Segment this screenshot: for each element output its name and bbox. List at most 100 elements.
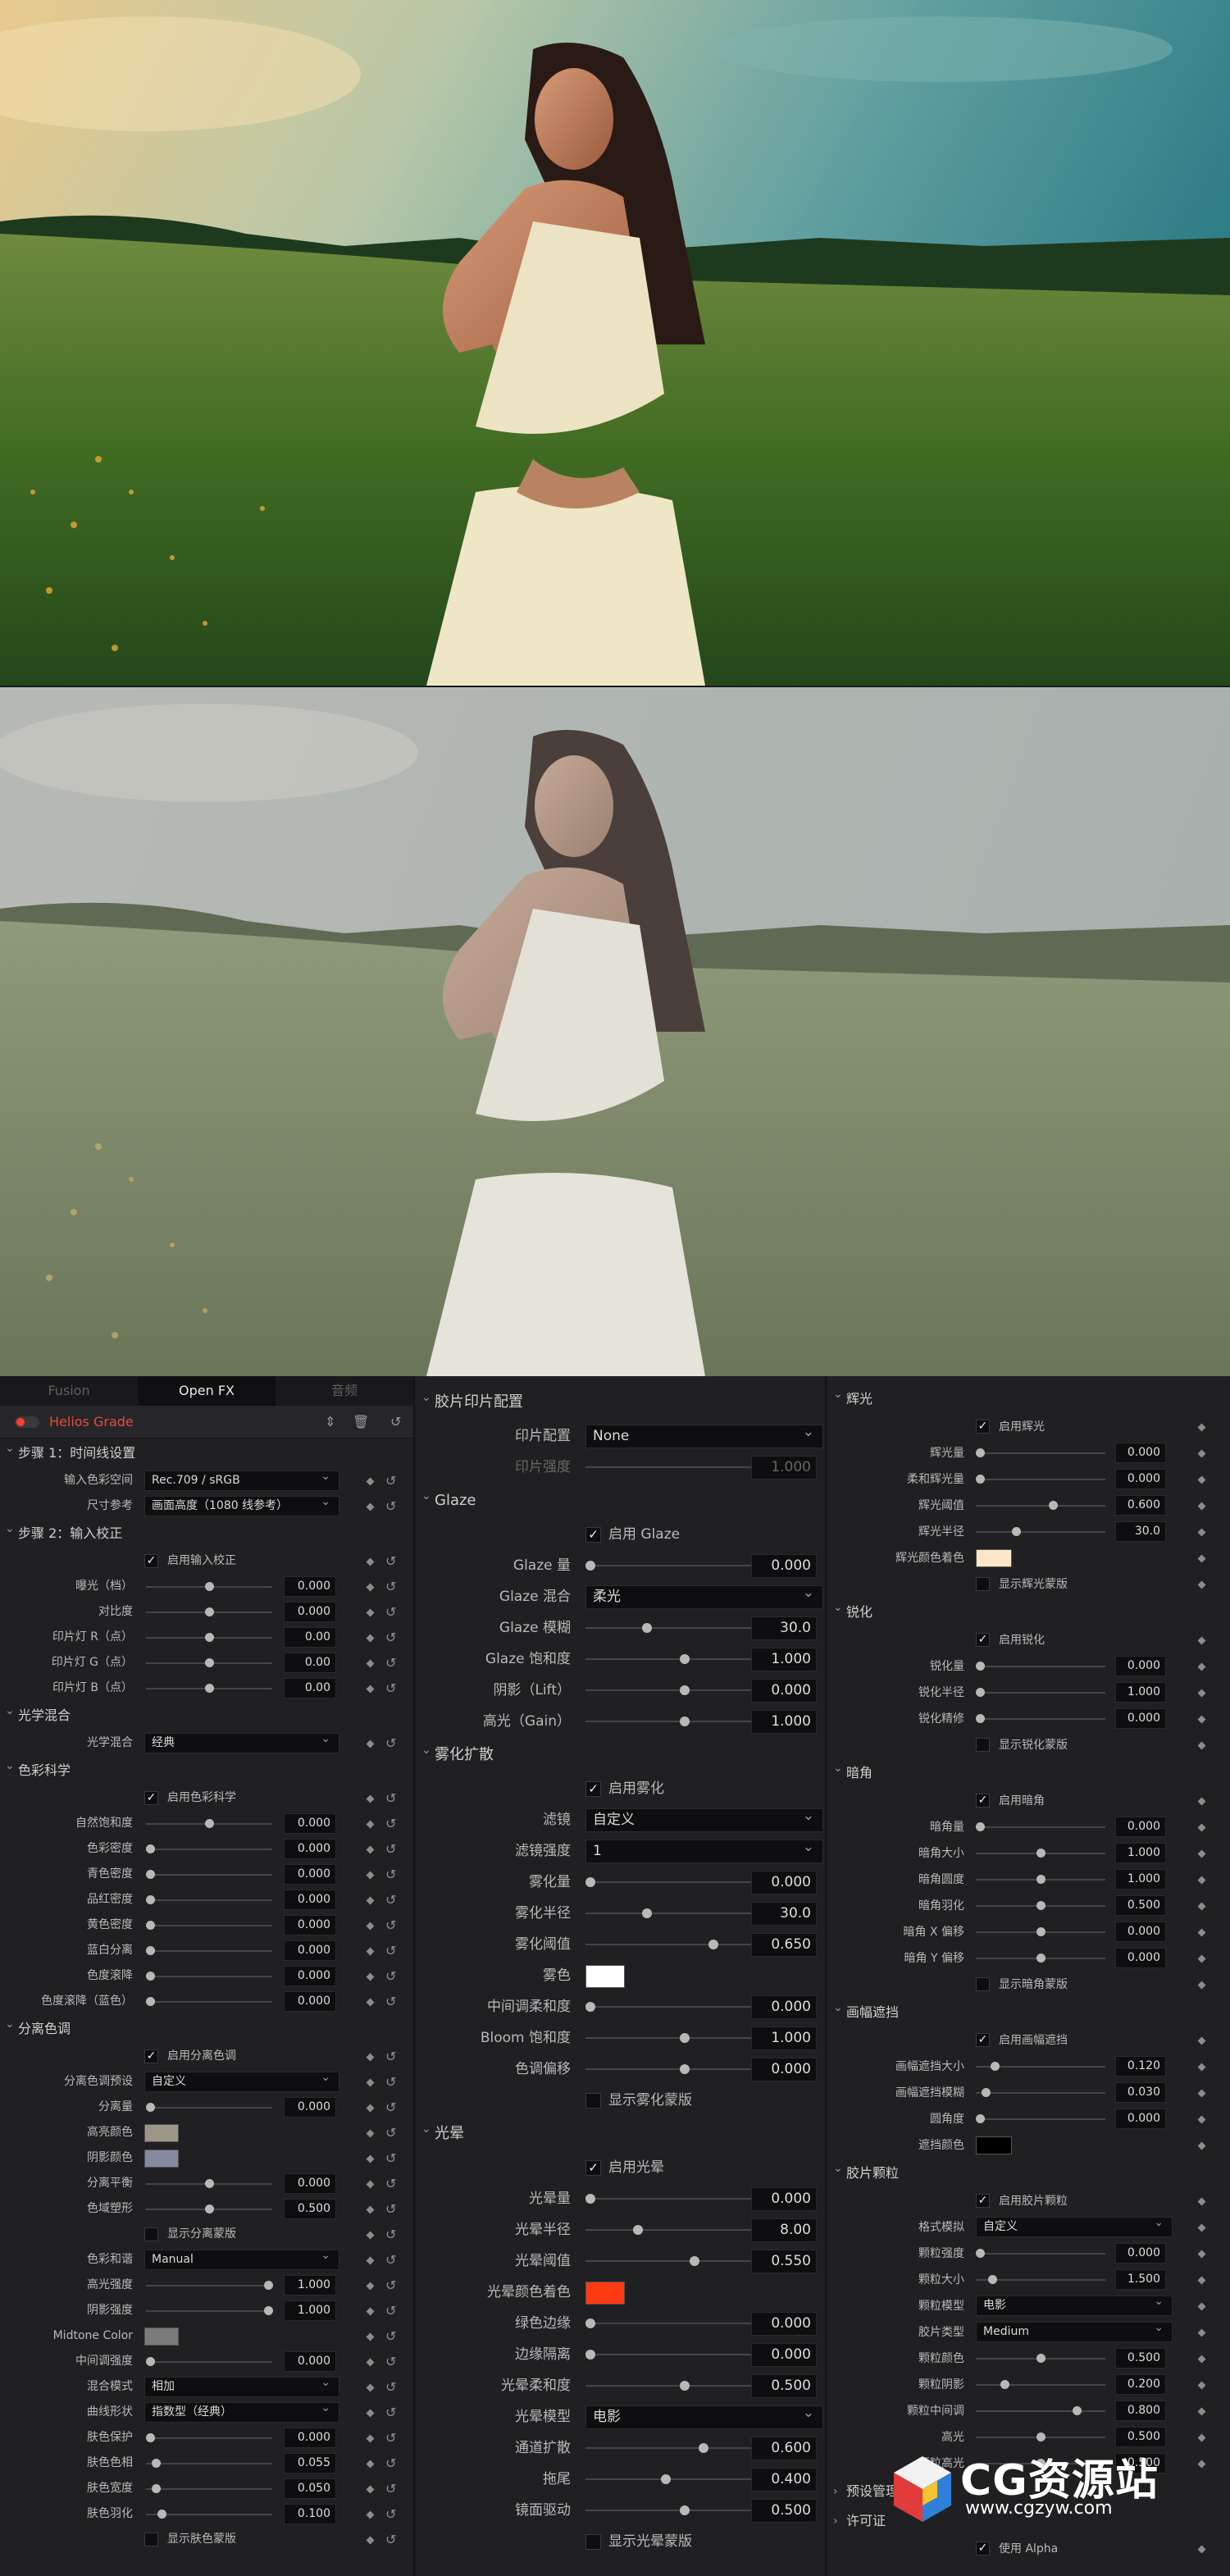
- value-field-19[interactable]: 0.000: [284, 1940, 336, 1961]
- slider-handle-41[interactable]: [157, 2510, 167, 2519]
- keyframe-diamond-icon[interactable]: [366, 1634, 375, 1643]
- keyframe-diamond-icon[interactable]: [366, 2053, 375, 2062]
- value-field-7[interactable]: 0.00: [284, 1627, 336, 1648]
- plugin-enable-toggle[interactable]: [15, 1416, 39, 1428]
- section-param-12[interactable]: 色彩科学: [0, 1751, 413, 1785]
- value-field-17[interactable]: 30.0: [751, 1902, 817, 1926]
- slider-track-5[interactable]: [976, 1531, 1105, 1533]
- slider-handle-18[interactable]: [708, 1940, 718, 1949]
- slider-track-21[interactable]: [146, 2001, 272, 2003]
- slider-track-35[interactable]: [146, 2361, 272, 2363]
- keyframe-diamond-icon[interactable]: [1197, 1715, 1206, 1724]
- section-param-22[interactable]: 分离色调: [0, 2009, 413, 2044]
- slider-track-27[interactable]: [976, 2118, 1105, 2120]
- value-field-8[interactable]: 30.0: [751, 1616, 817, 1640]
- keyframe-diamond-icon[interactable]: [1197, 1902, 1206, 1911]
- slider-handle-36[interactable]: [680, 2505, 690, 2515]
- value-field-14[interactable]: 0.000: [284, 1813, 336, 1834]
- reset-icon[interactable]: ↺: [385, 1599, 396, 1625]
- keyframe-diamond-icon[interactable]: [366, 2434, 375, 2443]
- color-swatch-27[interactable]: [144, 2150, 179, 2168]
- slider-handle-35[interactable]: [661, 2474, 671, 2484]
- reset-icon[interactable]: ↺: [385, 2095, 396, 2120]
- section-param-29[interactable]: 胶片颗粒: [828, 2154, 1230, 2188]
- keyframe-diamond-icon[interactable]: [366, 2536, 375, 2545]
- tab-fusion[interactable]: Fusion: [0, 1376, 138, 1406]
- reset-icon[interactable]: ↺: [385, 1574, 396, 1599]
- value-field-27[interactable]: 0.000: [1115, 2109, 1166, 2129]
- slider-track-20[interactable]: [146, 1976, 272, 1977]
- color-swatch-29[interactable]: [585, 2282, 625, 2305]
- keyframe-diamond-icon[interactable]: [366, 2256, 375, 2265]
- value-field-11[interactable]: 1.000: [1115, 1682, 1166, 1703]
- slider-track-10[interactable]: [976, 1666, 1105, 1667]
- checkbox-15[interactable]: ✓: [976, 1794, 990, 1808]
- checkbox-13[interactable]: ✓: [144, 1791, 158, 1805]
- keyframe-diamond-icon[interactable]: [1197, 2328, 1206, 2337]
- dropdown-37[interactable]: 指数型（经典）: [144, 2399, 339, 2423]
- dropdown-31[interactable]: Manual: [144, 2246, 339, 2270]
- reset-icon[interactable]: ↺: [385, 2222, 396, 2247]
- value-field-5[interactable]: 0.000: [284, 1576, 336, 1597]
- reset-icon[interactable]: ↺: [385, 1862, 396, 1887]
- keyframe-diamond-icon[interactable]: [1197, 1981, 1206, 1990]
- dropdown-14[interactable]: 自定义: [585, 1805, 823, 1832]
- section-1-0[interactable]: 步骤 1：时间线设置: [0, 1434, 413, 1468]
- reset-icon[interactable]: ↺: [385, 1730, 396, 1756]
- value-field-18[interactable]: 1.000: [1115, 1869, 1166, 1890]
- value-field-20[interactable]: 0.000: [284, 1966, 336, 1986]
- slider-handle-17[interactable]: [642, 1908, 652, 1918]
- value-field-6[interactable]: 0.000: [284, 1602, 336, 1622]
- dropdown-36[interactable]: 相加: [144, 2373, 339, 2397]
- keyframe-diamond-icon[interactable]: [1197, 2407, 1206, 2416]
- checkbox-5[interactable]: ✓: [585, 1527, 601, 1543]
- slider-handle-28[interactable]: [689, 2256, 699, 2266]
- value-field-18[interactable]: 0.000: [284, 1915, 336, 1935]
- value-field-25[interactable]: 0.120: [1115, 2056, 1166, 2077]
- keyframe-diamond-icon[interactable]: [1197, 2141, 1206, 2150]
- reset-icon[interactable]: ↺: [385, 2069, 396, 2095]
- slider-handle-27[interactable]: [976, 2114, 985, 2123]
- reset-icon[interactable]: ↺: [385, 2145, 396, 2171]
- slider-handle-12[interactable]: [976, 1714, 985, 1723]
- slider-handle-18[interactable]: [1036, 1875, 1046, 1884]
- slider-handle-32[interactable]: [976, 2249, 985, 2258]
- keyframe-diamond-icon[interactable]: [366, 2358, 375, 2367]
- reset-icon[interactable]: ↺: [385, 1548, 396, 1574]
- checkbox-9[interactable]: ✓: [976, 1633, 990, 1647]
- keyframe-diamond-icon[interactable]: [366, 1947, 375, 1956]
- value-field-21[interactable]: 0.000: [284, 1991, 336, 2012]
- keyframe-diamond-icon[interactable]: [366, 1739, 375, 1748]
- value-field-16[interactable]: 0.000: [751, 1871, 817, 1894]
- dropdown-7[interactable]: 柔光: [585, 1582, 823, 1609]
- slider-track-37[interactable]: [976, 2384, 1105, 2386]
- keyframe-diamond-icon[interactable]: [366, 1896, 375, 1905]
- slider-handle-20[interactable]: [146, 1972, 155, 1981]
- keyframe-diamond-icon[interactable]: [366, 2485, 375, 2494]
- slider-handle-5[interactable]: [205, 1582, 214, 1591]
- trash-icon[interactable]: 🗑: [353, 1406, 369, 1438]
- value-field-32[interactable]: 0.000: [1115, 2243, 1166, 2264]
- slider-handle-2[interactable]: [976, 1448, 985, 1457]
- value-field-10[interactable]: 0.000: [751, 1679, 817, 1703]
- slider-handle-17[interactable]: [1036, 1849, 1046, 1858]
- value-field-5[interactable]: 30.0: [1115, 1521, 1166, 1542]
- keyframe-diamond-icon[interactable]: [366, 1820, 375, 1829]
- checkbox-13[interactable]: [976, 1738, 990, 1752]
- slider-handle-33[interactable]: [987, 2275, 997, 2284]
- slider-track-26[interactable]: [976, 2092, 1105, 2094]
- dropdown-31[interactable]: 自定义: [976, 2214, 1173, 2237]
- reset-icon[interactable]: ↺: [385, 2400, 396, 2425]
- reset-icon[interactable]: ↺: [385, 2374, 396, 2400]
- reset-icon[interactable]: ↺: [385, 1887, 396, 1913]
- reset-icon[interactable]: ↺: [385, 2501, 396, 2527]
- keyframe-diamond-icon[interactable]: [366, 2154, 375, 2163]
- section-param-0[interactable]: 辉光: [828, 1379, 1230, 1414]
- value-field-20[interactable]: 0.000: [751, 1995, 817, 2019]
- value-field-38[interactable]: 0.000: [284, 2428, 336, 2448]
- section-param-10[interactable]: 光学混合: [0, 1696, 413, 1730]
- section-2-3[interactable]: 步骤 2：输入校正: [0, 1514, 413, 1548]
- slider-handle-21[interactable]: [680, 2033, 690, 2043]
- keyframe-diamond-icon[interactable]: [366, 1502, 375, 1511]
- color-swatch-6[interactable]: [976, 1549, 1012, 1567]
